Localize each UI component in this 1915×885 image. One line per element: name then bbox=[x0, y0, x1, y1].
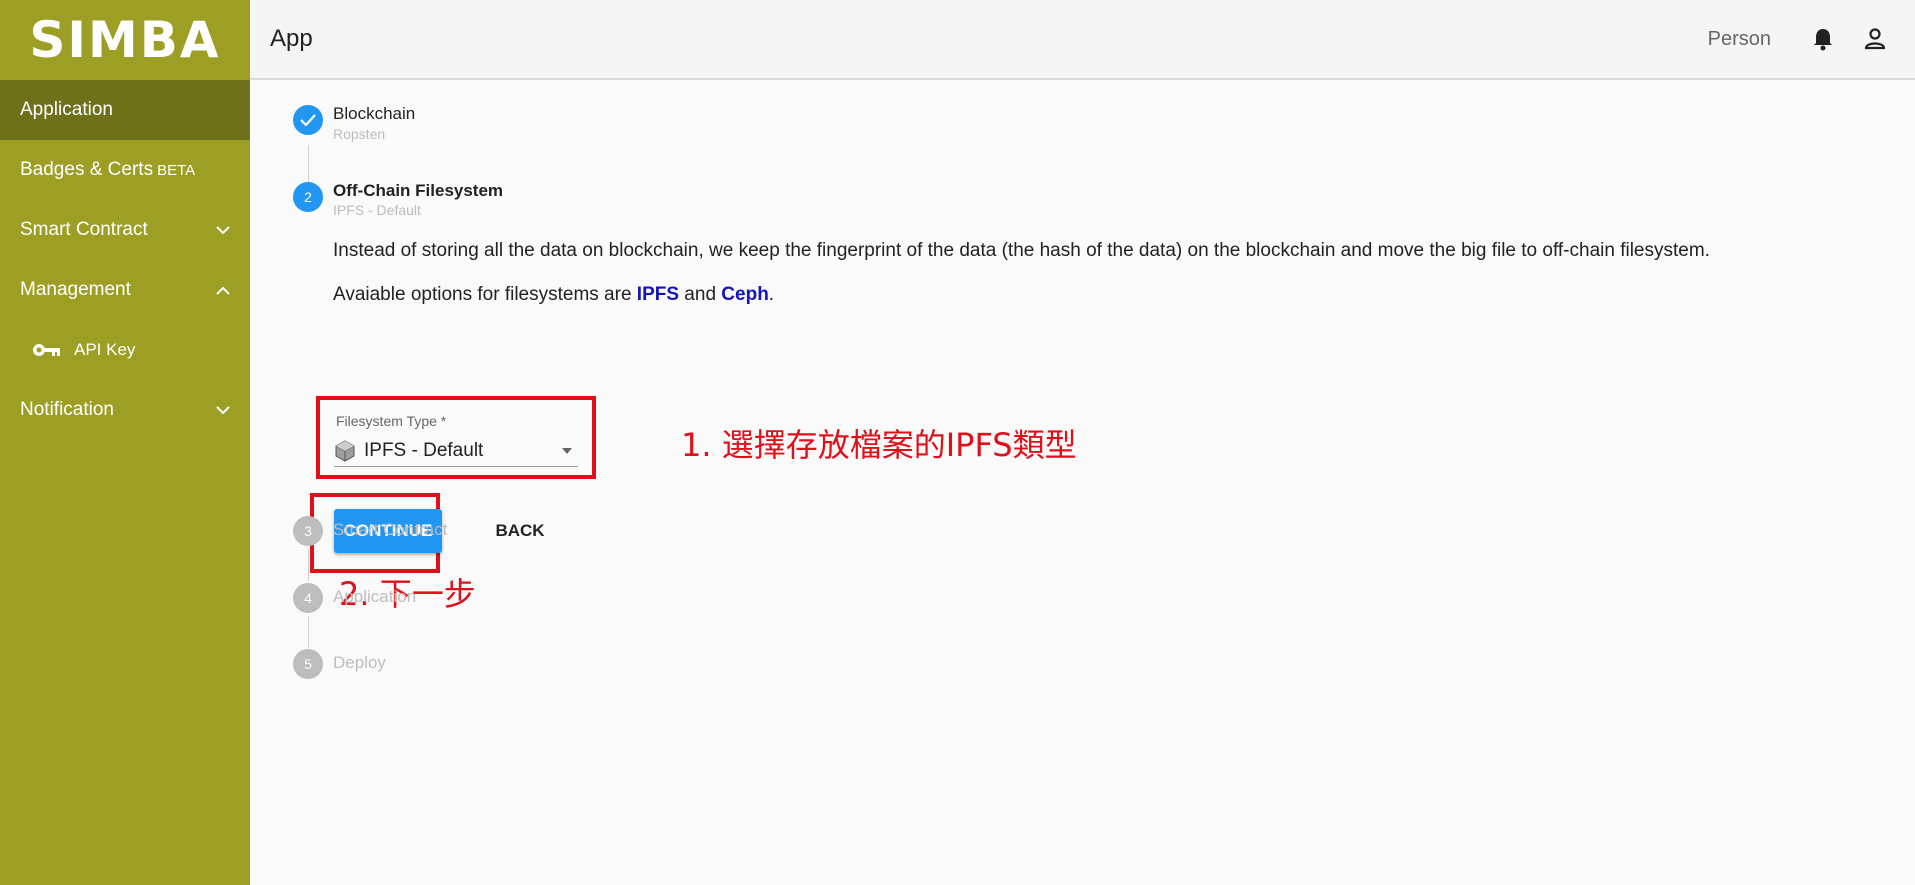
ipfs-option: IPFS bbox=[636, 284, 680, 305]
chevron-down-icon bbox=[216, 223, 230, 237]
step-4-title[interactable]: Application bbox=[333, 587, 416, 607]
step-3-number[interactable]: 3 bbox=[293, 516, 323, 546]
step-3-title[interactable]: Smart Contract bbox=[333, 520, 447, 540]
page-title: App bbox=[270, 25, 313, 52]
key-icon bbox=[32, 341, 62, 359]
sidebar-item-label: Management bbox=[20, 279, 131, 300]
step-connector bbox=[308, 549, 309, 581]
step-1-subtitle: Ropsten bbox=[333, 126, 386, 142]
sidebar: SIMBA Application Badges & Certs BETA Sma… bbox=[0, 0, 250, 885]
step-2-description: Instead of storing all the data on block… bbox=[333, 240, 1710, 261]
chevron-up-icon bbox=[216, 283, 230, 297]
step-2-title[interactable]: Off-Chain Filesystem bbox=[333, 181, 503, 201]
step-2-number[interactable]: 2 bbox=[293, 182, 323, 212]
filesystem-options-text: Avaiable options for filesystems are IPF… bbox=[333, 284, 775, 305]
stepper: Blockchain Ropsten 2 Off-Chain Filesyste… bbox=[250, 82, 1915, 885]
sidebar-item-label: Badges & Certs BETA bbox=[20, 159, 196, 180]
bell-icon[interactable] bbox=[1811, 27, 1835, 51]
simba-logo: SIMBA bbox=[29, 11, 221, 69]
sidebar-item-management[interactable]: Management bbox=[0, 260, 250, 320]
user-name[interactable]: Person bbox=[1708, 28, 1771, 51]
sidebar-item-label: Application bbox=[20, 99, 113, 120]
cube-icon bbox=[335, 439, 355, 462]
step-5-number[interactable]: 5 bbox=[293, 649, 323, 679]
sidebar-item-label: Notification bbox=[20, 399, 114, 420]
step-connector bbox=[308, 616, 309, 648]
account-icon[interactable] bbox=[1863, 27, 1887, 51]
dropdown-caret-icon bbox=[562, 447, 572, 454]
annotation-note-1: 1. 選擇存放檔案的IPFS類型 bbox=[681, 426, 1077, 464]
back-button[interactable]: BACK bbox=[484, 509, 556, 553]
sidebar-item-label: API Key bbox=[74, 340, 136, 359]
beta-badge: BETA bbox=[157, 162, 196, 179]
step-2-subtitle: IPFS - Default bbox=[333, 202, 421, 218]
app-header: App Person bbox=[250, 0, 1915, 80]
ceph-option: Ceph bbox=[721, 284, 769, 305]
step-1-title[interactable]: Blockchain bbox=[333, 104, 415, 124]
sidebar-item-api-key[interactable]: API Key bbox=[0, 320, 250, 380]
step-4-number[interactable]: 4 bbox=[293, 583, 323, 613]
chevron-down-icon bbox=[216, 403, 230, 417]
sidebar-item-smart-contract[interactable]: Smart Contract bbox=[0, 200, 250, 260]
sidebar-item-notification[interactable]: Notification bbox=[0, 380, 250, 440]
sidebar-item-application[interactable]: Application bbox=[0, 80, 250, 140]
filesystem-type-select[interactable]: IPFS - Default bbox=[334, 435, 578, 467]
sidebar-item-label: Smart Contract bbox=[20, 219, 148, 240]
step-1-check-icon[interactable] bbox=[293, 105, 323, 135]
sidebar-item-badges-certs[interactable]: Badges & Certs BETA bbox=[0, 140, 250, 200]
filesystem-type-value: IPFS - Default bbox=[364, 439, 484, 461]
header-actions: Person bbox=[1708, 27, 1915, 51]
step-5-title[interactable]: Deploy bbox=[333, 653, 386, 673]
step-connector bbox=[308, 145, 309, 185]
filesystem-type-label: Filesystem Type * bbox=[336, 413, 447, 429]
